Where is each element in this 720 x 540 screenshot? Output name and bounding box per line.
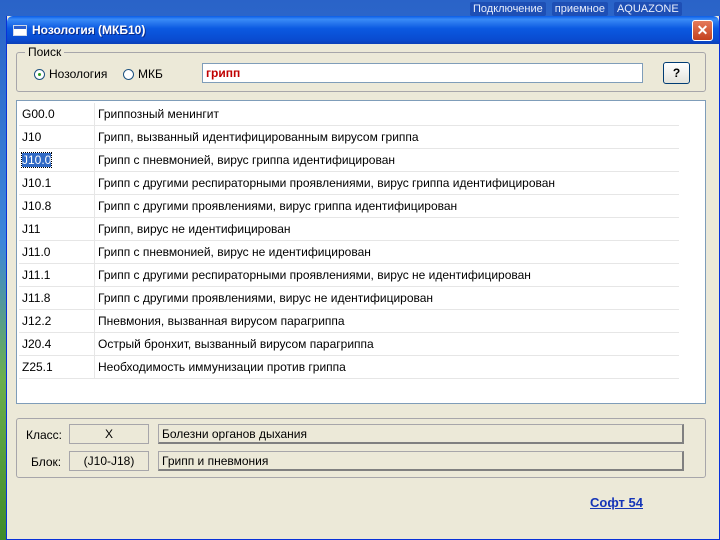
table-row[interactable]: J10.1 Грипп с другими респираторными проя… xyxy=(19,172,679,195)
search-group-label: Поиск xyxy=(25,45,65,59)
row-code: J11.8 xyxy=(19,291,94,305)
help-button[interactable]: ? xyxy=(663,62,690,84)
table-row[interactable]: J11.0 Грипп с пневмонией, вирус не иденти… xyxy=(19,241,679,264)
row-code-text: J10 xyxy=(22,130,42,144)
row-description: Грипп с другими респираторными проявлени… xyxy=(98,268,531,282)
table-row[interactable]: Z25.1 Необходимость иммунизации против гр… xyxy=(19,356,679,379)
row-description: Грипп с другими проявлениями, вирус грип… xyxy=(98,199,458,213)
row-description: Грипп с другими респираторными проявлени… xyxy=(98,176,556,190)
table-row[interactable]: J10.0 Грипп с пневмонией, вирус гриппа ид… xyxy=(19,149,679,172)
row-code-text: J11.0 xyxy=(22,245,51,259)
row-code: J11.1 xyxy=(19,268,94,282)
search-input[interactable] xyxy=(202,63,643,83)
row-code: J10 xyxy=(19,130,94,144)
row-code: J10.0 xyxy=(19,152,94,168)
table-row[interactable]: J12.2 Пневмония, вызванная вирусом парагр… xyxy=(19,310,679,333)
row-code-text: J10.0 xyxy=(20,152,53,168)
radio-dot[interactable] xyxy=(123,68,134,80)
row-description: Гриппозный менингит xyxy=(98,107,219,121)
row-description: Грипп с другими проявлениями, вирус не и… xyxy=(98,291,434,305)
row-description: Грипп с пневмонией, вирус гриппа идентиф… xyxy=(98,153,396,167)
table-row[interactable]: J10 Грипп, вызванный идентифицированным в… xyxy=(19,126,679,149)
row-code-text: J12.2 xyxy=(22,314,52,328)
row-code-text: J11.1 xyxy=(22,268,51,282)
row-code-text: J10.1 xyxy=(22,176,52,190)
row-code: Z25.1 xyxy=(19,360,94,374)
window-title: Нозология (МКБ10) xyxy=(32,23,146,37)
window-icon xyxy=(13,24,27,36)
block-label: Блок: xyxy=(31,455,62,469)
row-code-text: J11 xyxy=(22,222,41,236)
search-group: Поиск Нозология МКБ ? xyxy=(16,45,706,92)
row-code-text: Z25.1 xyxy=(22,360,53,374)
class-code: X xyxy=(69,424,149,444)
row-description: Грипп, вирус не идентифицирован xyxy=(98,222,291,236)
radio-nosology[interactable]: Нозология xyxy=(34,67,107,81)
row-code-text: J10.8 xyxy=(22,199,52,213)
radio-mkb[interactable]: МКБ xyxy=(123,67,163,81)
radio-nosology-label: Нозология xyxy=(49,67,108,81)
row-description: Грипп с пневмонией, вирус не идентифицир… xyxy=(98,245,371,259)
row-code: J11.0 xyxy=(19,245,94,259)
block-description: Грипп и пневмония xyxy=(158,451,684,471)
table-row[interactable]: G00.0 Гриппозный менингит xyxy=(19,103,679,126)
class-label: Класс: xyxy=(26,428,62,442)
table-row[interactable]: J11 Грипп, вирус не идентифицирован xyxy=(19,218,679,241)
taskbar-item[interactable]: AQUAZONE xyxy=(613,2,682,16)
row-code: J11 xyxy=(19,222,94,236)
table-row[interactable]: J20.4 Острый бронхит, вызванный вирусом п… xyxy=(19,333,679,356)
results-list[interactable]: G00.0 Гриппозный менингит J10 Грипп, вызван… xyxy=(16,100,706,404)
soft54-link[interactable]: Софт 54 xyxy=(590,495,643,510)
table-row[interactable]: J10.8 Грипп с другими проявлениями, вирус… xyxy=(19,195,679,218)
row-description: Необходимость иммунизации против гриппа xyxy=(98,360,346,374)
row-code: J10.1 xyxy=(19,176,94,190)
table-row[interactable]: J11.1 Грипп с другими респираторными проя… xyxy=(19,264,679,287)
row-code-text: J20.4 xyxy=(22,337,52,351)
taskbar-item[interactable]: Подключение xyxy=(470,2,546,16)
title-bar[interactable]: Нозология (МКБ10) ✕ xyxy=(7,16,719,44)
block-code: (J10-J18) xyxy=(69,451,149,471)
close-button[interactable]: ✕ xyxy=(692,20,713,41)
row-code: J12.2 xyxy=(19,314,94,328)
row-description: Пневмония, вызванная вирусом парагриппа xyxy=(98,314,345,328)
taskbar-item[interactable]: приемное xyxy=(551,2,608,16)
row-code: J10.8 xyxy=(19,199,94,213)
row-code: J20.4 xyxy=(19,337,94,351)
row-code: G00.0 xyxy=(19,107,94,121)
row-description: Острый бронхит, вызванный вирусом парагр… xyxy=(98,337,374,351)
radio-dot-checked[interactable] xyxy=(34,68,45,80)
table-row[interactable]: J11.8 Грипп с другими проявлениями, вирус… xyxy=(19,287,679,310)
nosology-window: Нозология (МКБ10) ✕ Поиск Нозология МКБ … xyxy=(6,16,720,540)
radio-mkb-label: МКБ xyxy=(138,67,163,81)
class-description: Болезни органов дыхания xyxy=(158,424,684,444)
row-description: Грипп, вызванный идентифицированным виру… xyxy=(98,130,419,144)
classification-group: Класс: X Болезни органов дыхания Блок: (… xyxy=(16,418,706,478)
row-code-text: J11.8 xyxy=(22,291,51,305)
row-code-text: G00.0 xyxy=(22,107,55,121)
